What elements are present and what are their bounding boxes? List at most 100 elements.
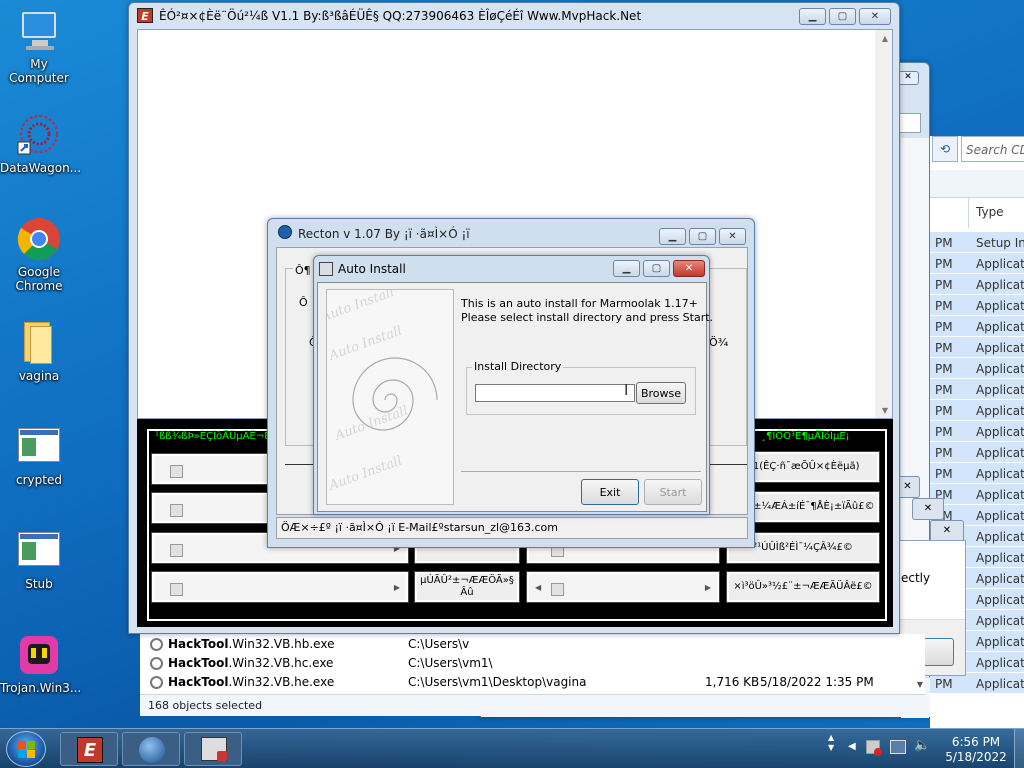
slider-thumb[interactable] xyxy=(170,504,183,517)
maximize-button[interactable]: ▢ xyxy=(643,260,670,277)
minimize-button[interactable]: ▁ xyxy=(799,8,826,25)
refresh-icon[interactable]: ⟲ xyxy=(932,136,958,162)
list-item-time: PM xyxy=(935,425,953,439)
clock[interactable]: 6:56 PM 5/18/2022 xyxy=(944,735,1008,765)
column-header-type[interactable]: Type xyxy=(976,205,1004,219)
slider-right-arrow-icon[interactable]: ▶ xyxy=(394,583,400,592)
file-row[interactable]: HackTool.Win32.VB.he.exe C:\Users\vm1\Des… xyxy=(140,674,910,693)
install-directory-input[interactable] xyxy=(475,384,635,402)
slider-thumb[interactable] xyxy=(170,544,183,557)
desktop-icon-vagina-folder[interactable]: vagina xyxy=(0,320,78,383)
install-description: This is an auto install for Marmoolak 1.… xyxy=(461,297,714,324)
list-item[interactable]: PMApplicati xyxy=(930,442,1024,463)
taskbar-item-mvphack[interactable]: E xyxy=(60,732,118,766)
close-button[interactable]: ✕ xyxy=(719,228,746,245)
taskbar-item-installer[interactable] xyxy=(184,732,242,766)
list-item-type: Applicati xyxy=(976,593,1024,607)
list-item-type: Applicati xyxy=(976,278,1024,292)
auto-install-titlebar[interactable]: Auto Install ▁ ▢ ✕ xyxy=(314,256,709,282)
start-button[interactable]: Start xyxy=(644,479,702,505)
volume-icon[interactable]: 🔈 xyxy=(914,738,930,753)
minimize-button[interactable]: ▁ xyxy=(613,260,640,277)
list-item[interactable]: PMApplicati xyxy=(930,253,1024,274)
scroll-up-icon[interactable]: ▲ xyxy=(882,34,888,43)
list-item[interactable]: PMApplicati xyxy=(930,463,1024,484)
chrome-icon xyxy=(16,216,62,262)
desktop-icon-my-computer[interactable]: My Computer xyxy=(0,8,78,85)
file-size: 1,716 KB xyxy=(705,675,760,689)
list-item[interactable]: PMApplicati xyxy=(930,421,1024,442)
list-item[interactable]: PMApplicati xyxy=(930,316,1024,337)
desktop-icon-crypted[interactable]: crypted xyxy=(0,424,78,487)
list-item-type: Applicati xyxy=(976,677,1024,691)
slider-thumb[interactable] xyxy=(551,583,564,596)
list-item[interactable]: PMApplicati xyxy=(930,379,1024,400)
start-button[interactable] xyxy=(6,731,46,767)
slider-left-arrow-icon[interactable]: ◀ xyxy=(535,583,541,592)
list-item-type: Applicati xyxy=(976,320,1024,334)
desktop-icon-datawagon[interactable]: DataWagon... xyxy=(0,112,81,175)
exit-button[interactable]: Exit xyxy=(581,479,639,505)
list-item-type: Applicati xyxy=(976,614,1024,628)
file-name-rest: .Win32.VB.he.exe xyxy=(228,675,335,689)
close-icon[interactable]: ✕ xyxy=(930,520,964,542)
desktop-icon-chrome[interactable]: Google Chrome xyxy=(0,216,78,293)
list-item-type: Applicati xyxy=(976,530,1024,544)
desktop-icon-trojan[interactable]: Trojan.Win3... xyxy=(0,632,81,695)
list-item[interactable]: PMApplicati xyxy=(930,400,1024,421)
slider-1[interactable] xyxy=(151,453,273,485)
list-item[interactable]: PMApplicati xyxy=(930,484,1024,505)
list-item-time: PM xyxy=(935,278,953,292)
show-desktop-button[interactable] xyxy=(1014,729,1024,768)
scroll-down-icon[interactable]: ▼ xyxy=(917,680,923,689)
slider-6[interactable]: ◀ ▶ xyxy=(526,571,720,603)
list-item[interactable]: PMApplicati xyxy=(930,673,1024,694)
maximize-button[interactable]: ▢ xyxy=(829,8,856,25)
list-item[interactable]: PMApplicati xyxy=(930,295,1024,316)
file-path: C:\Users\vm1\Desktop\vagina xyxy=(408,675,587,689)
file-row[interactable]: HackTool.Win32.VB.hc.exe C:\Users\vm1\ xyxy=(140,655,910,674)
application-icon xyxy=(16,528,62,574)
list-item-time: PM xyxy=(935,299,953,313)
search-input[interactable]: Search CD xyxy=(961,136,1024,162)
close-button[interactable]: ✕ xyxy=(859,8,891,25)
list-item[interactable]: PMApplicati xyxy=(930,358,1024,379)
scroll-down-icon[interactable]: ▼ xyxy=(882,406,888,415)
list-item-type: Applicati xyxy=(976,551,1024,565)
slider-thumb[interactable] xyxy=(170,583,183,596)
list-item-time: PM xyxy=(935,362,953,376)
desktop-icon-stub[interactable]: Stub xyxy=(0,528,78,591)
maximize-button[interactable]: ▢ xyxy=(689,228,716,245)
slider-2[interactable] xyxy=(151,492,273,524)
list-item[interactable]: PMApplicati xyxy=(930,337,1024,358)
file-row[interactable]: HackTool.Win32.VB.hb.exe C:\Users\v xyxy=(140,636,910,655)
close-button[interactable]: ✕ xyxy=(673,260,705,277)
text-cursor-icon: I xyxy=(624,381,629,399)
show-hidden-icons-icon[interactable]: ◀ xyxy=(848,741,856,752)
list-item[interactable]: PM Applicati xyxy=(930,274,1024,295)
action-center-icon[interactable] xyxy=(866,740,882,756)
recton-titlebar[interactable]: Recton v 1.07 By ¡ï ·ã¤Ì×Ó ¡ï ▁ ▢ ✕ xyxy=(268,219,754,245)
file-name-bold: HackTool xyxy=(168,637,229,651)
browse-button[interactable]: Browse xyxy=(636,382,686,404)
taskbar-item-recton[interactable] xyxy=(122,732,180,766)
network-icon[interactable] xyxy=(890,740,906,754)
slider-thumb[interactable] xyxy=(170,465,183,478)
close-icon[interactable]: ✕ xyxy=(912,498,944,520)
hacktool-file-icon xyxy=(150,676,163,689)
dialog-text: ectly xyxy=(901,571,931,585)
hack-button-1[interactable]: µÚÃÛ²±¬ÆÆÖÃ»§ Âû xyxy=(414,571,520,603)
mvphack-logo-icon: E xyxy=(77,737,103,763)
hack-button-5[interactable]: ×ì³öÛ»³½£¨±¬ÆÆÃÜÂë£© xyxy=(726,571,880,603)
list-item-type: Setup Inf xyxy=(976,236,1024,250)
slider-4[interactable]: ▶ xyxy=(151,571,409,603)
list-item[interactable]: PM Setup Inf xyxy=(930,232,1024,253)
list-item-time: PM xyxy=(935,236,953,250)
slider-right-arrow-icon[interactable]: ▶ xyxy=(705,583,711,592)
minimize-button[interactable]: ▁ xyxy=(659,228,686,245)
close-icon[interactable]: ✕ xyxy=(897,71,919,85)
list-item-time: PM xyxy=(935,257,953,271)
tray-scroll-icon[interactable]: ▲ ▼ xyxy=(828,733,834,753)
mvphack-titlebar[interactable]: E ÊÓ²¤×¢Èë¨Öú²¼ß V1.1 By:ß³ßâÉÜÊ§ QQ:273… xyxy=(129,3,899,29)
file-name-rest: .Win32.VB.hc.exe xyxy=(228,656,334,670)
